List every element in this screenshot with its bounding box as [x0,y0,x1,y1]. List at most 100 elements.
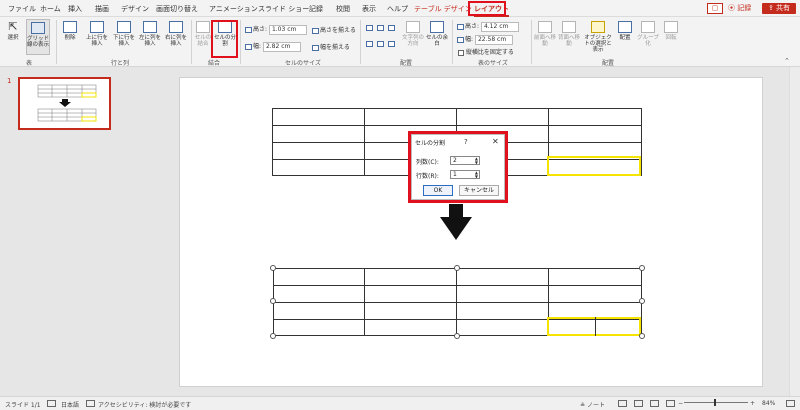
reading-view-icon[interactable] [650,400,659,407]
bring-forward-button[interactable]: 前面へ移動 [534,21,556,47]
zoom-slider[interactable] [684,402,748,403]
insert-right-button[interactable]: 右に列を挿入 [163,21,189,47]
table-cell[interactable] [272,108,365,126]
comment-icon[interactable]: ▢ [707,3,723,14]
tab-transitions[interactable]: 画面切り替え [156,4,198,14]
resize-handle[interactable] [639,265,645,271]
group-button[interactable]: グループ化 [636,21,660,47]
tab-slideshow[interactable]: スライド ショー [258,4,309,14]
send-backward-button[interactable]: 背面へ移動 [558,21,580,47]
zoom-level[interactable]: 84% [762,400,775,407]
tab-insert[interactable]: 挿入 [68,4,82,14]
selection-pane-button[interactable]: オブジェクトの選択と表示 [582,21,614,53]
resize-handle[interactable] [454,265,460,271]
tab-draw[interactable]: 描画 [95,4,109,14]
select-button[interactable]: ⇱ 選択 [4,21,22,41]
normal-view-icon[interactable] [618,400,627,407]
spellcheck-icon[interactable] [47,400,56,407]
ok-button[interactable]: OK [423,185,453,196]
tab-design[interactable]: デザイン [121,4,149,14]
cell-margins-button[interactable]: セルの余白 [426,21,448,47]
align-bottom-icon[interactable] [388,41,395,47]
table-height-input[interactable]: 4.12 cm [480,21,519,32]
resize-handle[interactable] [454,333,460,339]
table-cell[interactable] [548,125,642,143]
align-center-icon[interactable] [377,25,384,31]
table-cell[interactable] [548,108,642,126]
text-direction-button[interactable]: 文字列の方向 [401,21,425,47]
table-cell[interactable] [272,159,365,176]
close-icon[interactable]: ✕ [492,137,499,146]
table-cell[interactable] [272,125,365,143]
insert-above-button[interactable]: 上に行を挿入 [84,21,110,47]
slide-sorter-icon[interactable] [634,400,643,407]
cell-width-input[interactable]: 2.82 cm [262,41,301,52]
accessibility-status[interactable]: アクセシビリティ: 検討が必要です [98,400,191,409]
tab-file[interactable]: ファイル [8,4,36,14]
zoom-in-button[interactable]: + [750,400,755,407]
table-cell[interactable] [364,268,457,286]
spinner-icon[interactable]: ▲ ▼ [475,157,478,165]
table-cell[interactable] [456,108,549,126]
align-button[interactable]: 配置 [616,21,634,41]
table-width-input[interactable]: 22.58 cm [474,34,513,45]
table-cell[interactable] [364,302,457,320]
help-icon[interactable]: ? [464,138,468,146]
tab-home[interactable]: ホーム [40,4,61,14]
language[interactable]: 日本語 [61,400,79,409]
insert-left-button[interactable]: 左に列を挿入 [137,21,163,47]
table-cell[interactable] [273,285,365,303]
cancel-button[interactable]: キャンセル [459,185,499,196]
rows-input[interactable]: 1 ▲ ▼ [450,170,480,179]
merge-cells-button[interactable]: セルの結合 [194,21,212,47]
insert-below-button[interactable]: 下に行を挿入 [111,21,137,47]
table-cell[interactable] [456,285,549,303]
accessibility-icon[interactable] [86,400,95,407]
table-cell[interactable] [273,319,365,336]
table-cell[interactable] [364,319,457,336]
collapse-ribbon-icon[interactable]: ⌃ [784,57,790,65]
distribute-rows-button[interactable]: 高さを揃える [312,25,356,34]
table-cell[interactable] [364,108,457,126]
tab-view[interactable]: 表示 [362,4,376,14]
table-cell[interactable] [272,142,365,160]
gridlines-button[interactable]: グリッド線の表示 [26,19,50,55]
tab-review[interactable]: 校閲 [336,4,350,14]
tab-table-design[interactable]: テーブル デザイン [414,4,472,14]
resize-handle[interactable] [639,333,645,339]
fit-to-window-icon[interactable] [786,400,795,407]
tab-record[interactable]: 記録 [309,4,323,14]
notes-button[interactable]: ≗ ノート [580,400,605,409]
tab-animations[interactable]: アニメーション [209,4,258,14]
table-cell[interactable] [548,268,642,286]
tab-help[interactable]: ヘルプ [387,4,408,14]
slide-thumbnail[interactable] [18,77,111,130]
share-button[interactable]: ⇪ 共有 [762,3,796,14]
cell-height-input[interactable]: 1.03 cm [268,24,307,35]
columns-input[interactable]: 2 ▲ ▼ [450,156,480,165]
distribute-columns-button[interactable]: 幅を揃える [312,42,350,51]
resize-handle[interactable] [639,298,645,304]
rotate-button[interactable]: 回転 [662,21,680,41]
table-cell[interactable] [456,268,549,286]
resize-handle[interactable] [270,298,276,304]
slideshow-icon[interactable] [666,400,675,407]
vertical-scrollbar[interactable] [789,67,800,396]
resize-handle[interactable] [270,333,276,339]
table-cell[interactable] [364,285,457,303]
zoom-out-button[interactable]: − [678,400,683,407]
zoom-slider-thumb[interactable] [714,399,716,406]
table-cell[interactable] [273,268,365,286]
resize-handle[interactable] [270,265,276,271]
align-left-icon[interactable] [366,25,373,31]
align-top-icon[interactable] [366,41,373,47]
lock-aspect-checkbox[interactable]: 縦横比を固定する [458,47,514,56]
delete-button[interactable]: 削除 [60,21,80,41]
table-cell[interactable] [456,319,549,336]
record-button[interactable]: ⦿ 記録 [728,3,751,13]
align-middle-icon[interactable] [377,41,384,47]
table-cell[interactable] [456,302,549,320]
table-cell[interactable] [548,285,642,303]
table-cell[interactable] [273,302,365,320]
align-right-icon[interactable] [388,25,395,31]
